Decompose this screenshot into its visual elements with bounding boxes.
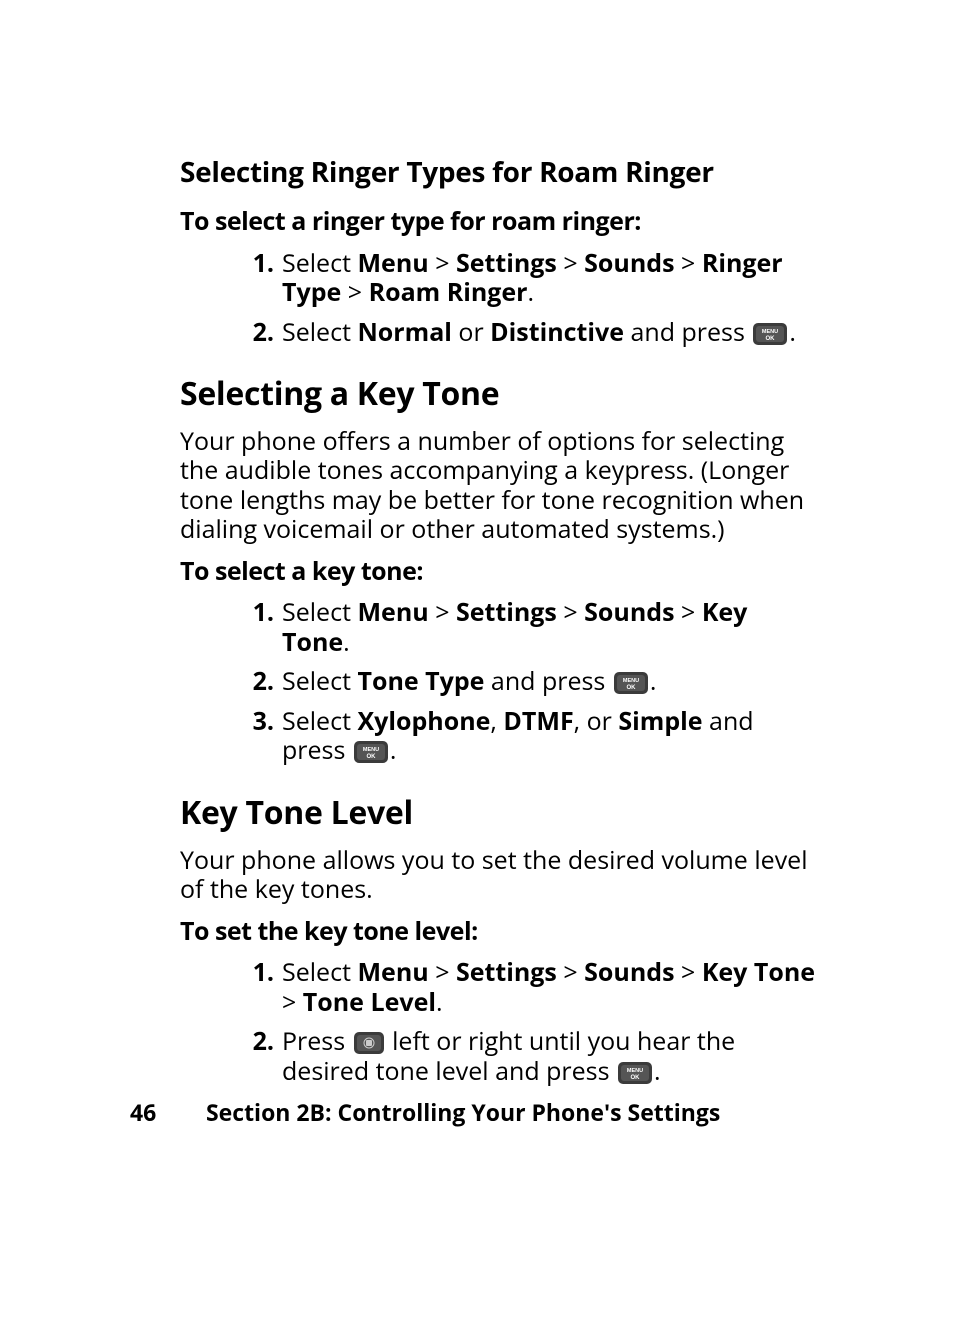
step-number: 2. (240, 1027, 274, 1057)
menu-ok-key-icon (614, 672, 648, 694)
step-number: 2. (240, 667, 274, 697)
page-footer: 46 Section 2B: Controlling Your Phone's … (130, 1099, 720, 1126)
step-text: Press left or right until you hear the d… (282, 1024, 735, 1088)
menu-ok-key-icon (354, 741, 388, 763)
step-1: 1. Select Menu > Settings > Sounds > Rin… (240, 249, 819, 308)
step-2: 2. Select Normal or Distinctive and pres… (240, 318, 819, 348)
menu-ok-key-icon (618, 1062, 652, 1084)
step-3: 3. Select Xylophone, DTMF, or Simple and… (240, 707, 819, 766)
step-text: Select Menu > Settings > Sounds > Key To… (282, 595, 747, 659)
steps-roam-ringer: 1. Select Menu > Settings > Sounds > Rin… (240, 249, 819, 348)
step-number: 1. (240, 958, 274, 988)
step-number: 1. (240, 249, 274, 279)
steps-key-tone-level: 1. Select Menu > Settings > Sounds > Key… (240, 958, 819, 1086)
heading-key-tone-level: Key Tone Level (180, 794, 819, 832)
step-text: Select Normal or Distinctive and press . (282, 315, 796, 349)
step-text: Select Menu > Settings > Sounds > Key To… (282, 955, 815, 1019)
page-number: 46 (130, 1099, 200, 1126)
body-key-tone-level: Your phone allows you to set the desired… (180, 846, 819, 905)
heading-roam-ringer: Selecting Ringer Types for Roam Ringer (180, 156, 819, 189)
manual-page: Selecting Ringer Types for Roam Ringer T… (0, 0, 954, 1336)
step-2: 2. Select Tone Type and press . (240, 667, 819, 697)
steps-select-key-tone: 1. Select Menu > Settings > Sounds > Key… (240, 598, 819, 766)
step-number: 1. (240, 598, 274, 628)
subhead-select-key-tone: To select a key tone: (180, 557, 819, 587)
subhead-set-key-tone-level: To set the key tone level: (180, 917, 819, 947)
body-selecting-key-tone: Your phone offers a number of options fo… (180, 427, 819, 545)
heading-selecting-key-tone: Selecting a Key Tone (180, 375, 819, 413)
nav-key-icon (354, 1032, 384, 1054)
step-number: 2. (240, 318, 274, 348)
section-label: Section 2B: Controlling Your Phone's Set… (206, 1096, 720, 1128)
subhead-roam-ringer: To select a ringer type for roam ringer: (180, 207, 819, 237)
step-text: Select Xylophone, DTMF, or Simple and pr… (282, 704, 754, 768)
menu-ok-key-icon (753, 323, 787, 345)
step-2: 2. Press left or right until you hear th… (240, 1027, 819, 1086)
step-text: Select Menu > Settings > Sounds > Ringer… (282, 246, 783, 310)
step-number: 3. (240, 707, 274, 737)
step-1: 1. Select Menu > Settings > Sounds > Key… (240, 598, 819, 657)
step-1: 1. Select Menu > Settings > Sounds > Key… (240, 958, 819, 1017)
step-text: Select Tone Type and press . (282, 664, 656, 698)
